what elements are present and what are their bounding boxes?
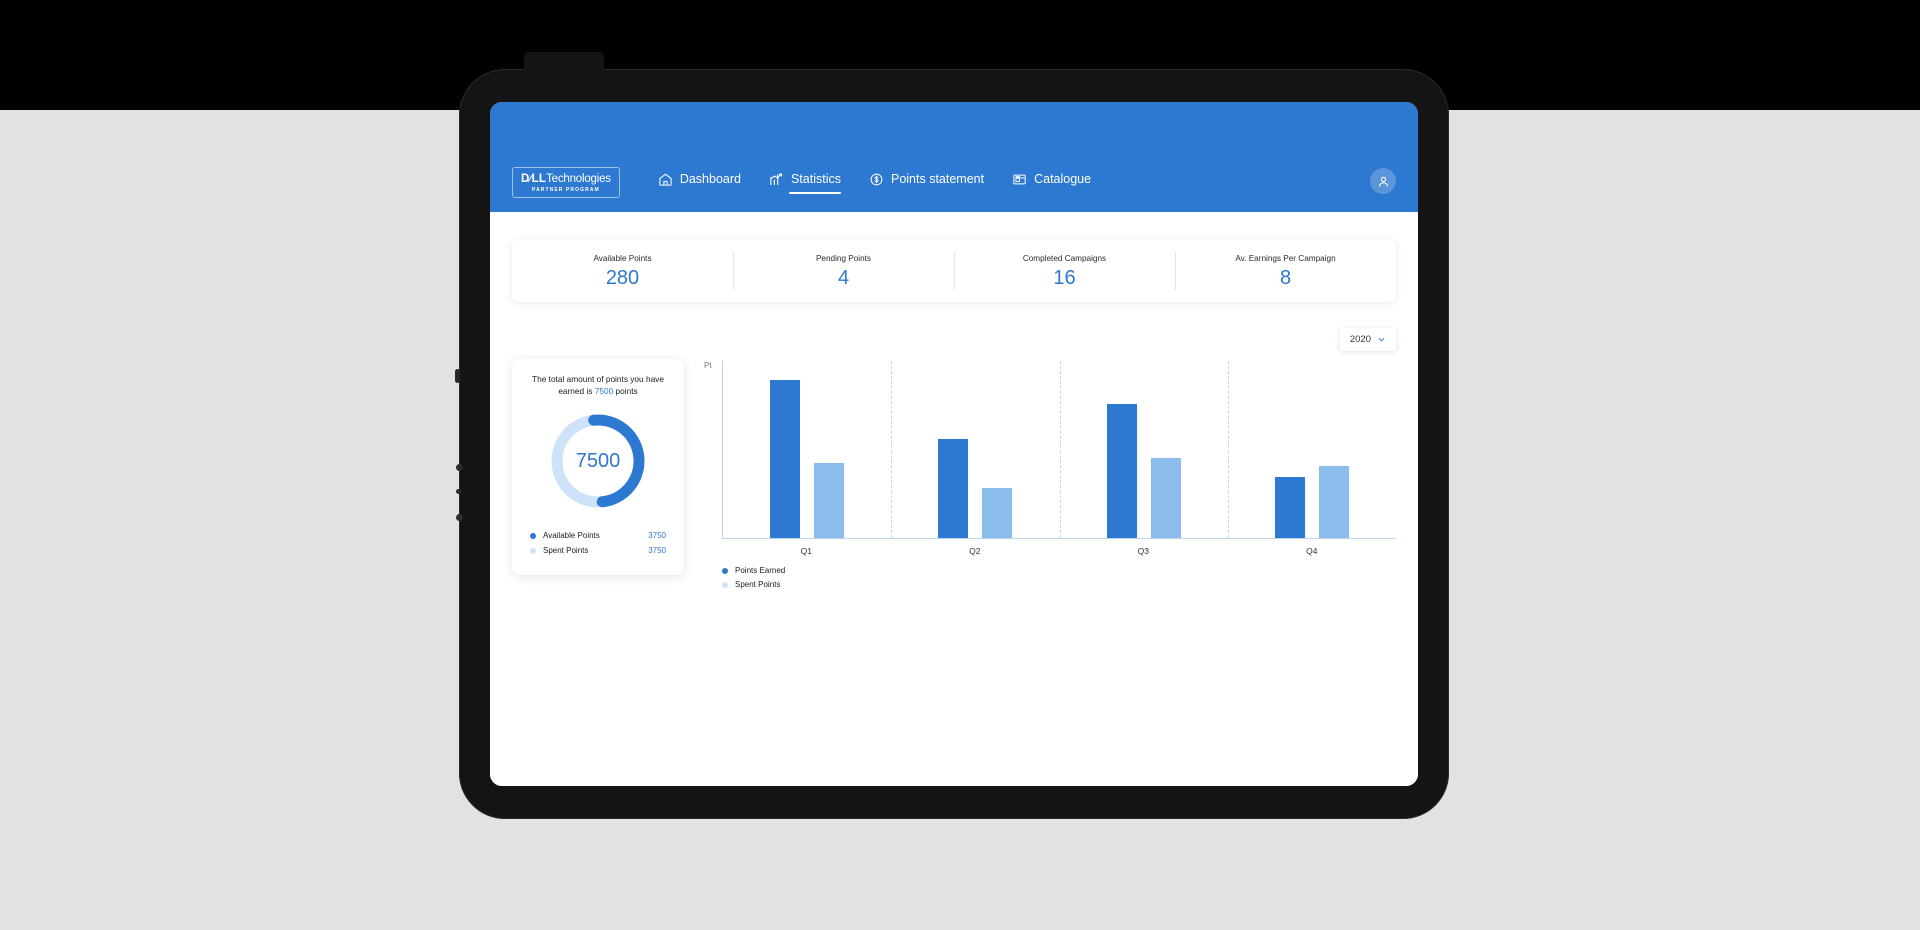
legend-label: Spent Points <box>735 580 781 589</box>
logo-technologies-text: Technologies <box>546 173 611 185</box>
bar-q4-spent[interactable] <box>1318 466 1349 538</box>
logo-dell-text: D∕LL <box>521 173 547 185</box>
bar-group-q3 <box>1060 361 1228 538</box>
bar-chart-legend: Points Earned Spent Points <box>722 566 1396 589</box>
legend-value: 3750 <box>648 546 666 556</box>
bar-group-q4 <box>1228 361 1396 538</box>
kpi-label: Av. Earnings Per Campaign <box>1235 254 1336 263</box>
x-axis-label-q2: Q2 <box>969 546 981 556</box>
kpi-label: Available Points <box>593 254 652 263</box>
legend-value: 3750 <box>648 531 666 541</box>
kpi-available-points: Available Points 280 <box>512 240 733 302</box>
nav-item-statistics[interactable]: Statistics <box>769 172 841 194</box>
dell-partner-program-logo[interactable]: D∕LL Technologies PARTNER PROGRAM <box>512 167 620 198</box>
kpi-label: Pending Points <box>815 254 872 263</box>
nav-label-catalogue: Catalogue <box>1034 172 1092 186</box>
legend-dot-points-earned <box>722 567 728 574</box>
nav-item-points-statement[interactable]: Points statement <box>869 172 984 194</box>
bar-q2-spent[interactable] <box>982 488 1013 538</box>
donut-legend-item: Spent Points 3750 <box>530 546 666 555</box>
home-icon <box>658 172 673 187</box>
kpi-pending-points: Pending Points 4 <box>733 240 954 302</box>
x-axis-labels: Q1 Q2 Q3 Q4 <box>722 546 1396 556</box>
gift-card-icon <box>1012 172 1027 187</box>
kpi-value: 4 <box>837 267 850 289</box>
tablet-notch <box>524 52 604 72</box>
tablet-sensor-dot <box>456 464 463 471</box>
bar-groups <box>723 361 1396 538</box>
screenshot-stage: D∕LL Technologies PARTNER PROGRAM Dashbo… <box>0 0 1920 930</box>
kpi-av-earnings-per-campaign: Av. Earnings Per Campaign 8 <box>1175 240 1396 302</box>
donut-chart: 7500 <box>546 409 650 513</box>
legend-label: Points Earned <box>735 566 786 575</box>
navigation-bar: D∕LL Technologies PARTNER PROGRAM Dashbo… <box>490 167 1418 198</box>
nav-label-dashboard: Dashboard <box>679 172 741 186</box>
nav-item-dashboard[interactable]: Dashboard <box>658 172 741 194</box>
legend-dot-available-points <box>530 532 536 539</box>
chart-legend-item: Points Earned <box>722 566 1396 575</box>
user-icon <box>1378 176 1388 187</box>
app-content: Available Points 280 Pending Points 4 Co… <box>490 240 1418 786</box>
tablet-screen: D∕LL Technologies PARTNER PROGRAM Dashbo… <box>490 102 1418 786</box>
logo-subtitle: PARTNER PROGRAM <box>532 187 600 193</box>
bar-group-q2 <box>891 361 1059 538</box>
bar-q1-spent[interactable] <box>814 463 845 538</box>
bar-chart-plot-area <box>722 361 1396 539</box>
quarterly-points-bar-chart: Pt Q1 Q2 Q3 Q4 Points Earned Spent Point… <box>704 359 1396 594</box>
bar-q3-earned[interactable] <box>1106 403 1137 538</box>
kpi-summary-card: Available Points 280 Pending Points 4 Co… <box>512 240 1396 302</box>
nav-label-points-statement: Points statement <box>890 172 985 186</box>
bar-chart-icon <box>769 172 784 187</box>
bar-group-q1 <box>723 361 891 538</box>
x-axis-label-q3: Q3 <box>1137 546 1149 556</box>
legend-label: Spent Points <box>543 546 589 556</box>
nav-items: Dashboard Statistics Points statement Ca… <box>658 172 1091 194</box>
chart-legend-item: Spent Points <box>722 580 1396 589</box>
bar-q2-earned[interactable] <box>938 438 969 538</box>
donut-center-value: 7500 <box>575 449 621 472</box>
nav-label-statistics: Statistics <box>790 172 841 186</box>
donut-title-highlight: 7500 <box>594 386 614 397</box>
points-donut-card: The total amount of points you have earn… <box>512 359 684 576</box>
tablet-side-button <box>455 369 460 383</box>
kpi-label: Completed Campaigns <box>1022 254 1107 263</box>
nav-item-catalogue[interactable]: Catalogue <box>1012 172 1091 194</box>
year-filter-row: 2020 <box>512 328 1396 351</box>
tablet-sensor-dot <box>456 514 463 521</box>
kpi-value: 280 <box>605 267 640 289</box>
kpi-value: 16 <box>1053 267 1076 289</box>
charts-row: The total amount of points you have earn… <box>512 359 1396 594</box>
donut-legend: Available Points 3750 Spent Points 3750 <box>524 531 672 555</box>
y-axis-label: Pt <box>704 361 712 370</box>
donut-legend-item: Available Points 3750 <box>530 531 666 540</box>
kpi-value: 8 <box>1279 267 1292 289</box>
logo-wordmark: D∕LL Technologies <box>521 173 611 185</box>
chevron-down-icon <box>1378 338 1385 342</box>
x-axis-label-q4: Q4 <box>1306 546 1318 556</box>
year-filter-dropdown[interactable]: 2020 <box>1339 328 1396 351</box>
bar-q4-earned[interactable] <box>1274 477 1305 538</box>
legend-label: Available Points <box>543 531 600 541</box>
tablet-sensor-dot <box>456 489 461 494</box>
bar-q1-earned[interactable] <box>770 379 801 538</box>
kpi-completed-campaigns: Completed Campaigns 16 <box>954 240 1175 302</box>
donut-card-title: The total amount of points you have earn… <box>524 373 672 397</box>
x-axis-label-q1: Q1 <box>800 546 812 556</box>
dollar-circle-icon <box>869 172 884 187</box>
tablet-device-frame: D∕LL Technologies PARTNER PROGRAM Dashbo… <box>455 52 1449 819</box>
bar-q3-spent[interactable] <box>1150 458 1181 538</box>
year-filter-value: 2020 <box>1349 334 1371 345</box>
donut-title-part2: points <box>613 386 638 397</box>
legend-dot-spent-points <box>530 547 536 554</box>
legend-dot-spent-points <box>722 581 728 588</box>
app-header: D∕LL Technologies PARTNER PROGRAM Dashbo… <box>490 102 1418 212</box>
user-avatar-button[interactable] <box>1370 168 1396 194</box>
